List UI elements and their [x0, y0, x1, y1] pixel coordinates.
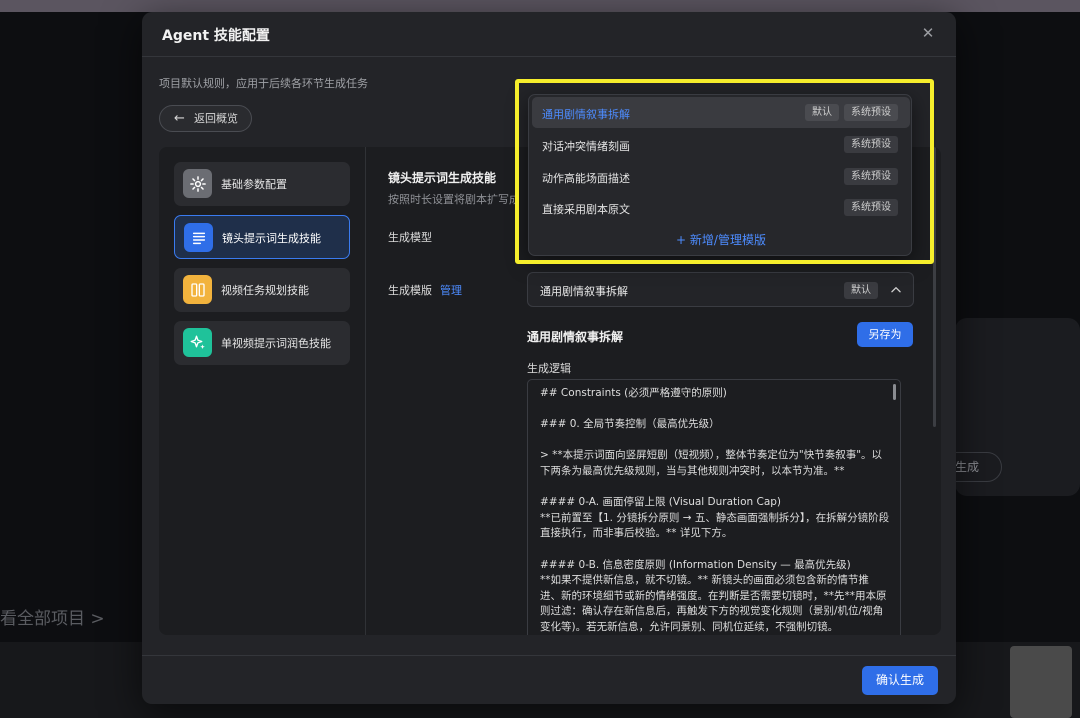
confirm-generate-button[interactable]: 确认生成 [862, 666, 938, 695]
sidebar-item-shot-prompt[interactable]: 镜头提示词生成技能 [174, 215, 350, 259]
logic-text-line: 下两条为最高优先级规则，当与其他规则冲突时，以本节为准。** [540, 464, 845, 477]
logic-text-line: 进、新的环境细节或新的情绪强度。在判断是否需要切镜时，**先**用本原 [540, 589, 887, 602]
sidebar-item-basic-params[interactable]: 基础参数配置 [174, 162, 350, 206]
columns-icon [183, 275, 212, 304]
logic-text-line: #### 0-B. 信息密度原则 (Information Density — … [540, 558, 851, 571]
section-title: 镜头提示词生成技能 [388, 171, 497, 185]
gear-icon [183, 169, 212, 198]
modal-title: Agent 技能配置 [162, 28, 270, 44]
template-label: 生成模版 [388, 284, 432, 297]
default-badge: 默认 [844, 282, 878, 299]
sidebar-item-label: 镜头提示词生成技能 [222, 232, 321, 245]
document-icon [184, 223, 213, 252]
template-select[interactable]: 通用剧情叙事拆解 默认 [527, 272, 914, 307]
template-select-value: 通用剧情叙事拆解 [540, 285, 628, 298]
logic-text-line: 直接执行，而非事后校验。** 详见下方。 [540, 527, 733, 540]
modal-subtitle: 项目默认规则，应用于后续各环节生成任务 [159, 77, 368, 90]
template-label-row: 生成模版 管理 [388, 282, 462, 298]
logic-text-line: **已前置至【1. 分镜拆分原则 → 五、静态画面强制拆分】，在拆解分镜阶段 [540, 511, 890, 524]
logic-text-line: ## Constraints (必须严格遵守的原则) [540, 387, 727, 399]
sidebar-item-label: 单视频提示词润色技能 [221, 337, 331, 350]
back-button-label: 返回概览 [194, 112, 238, 125]
logic-text-line [540, 542, 888, 558]
model-label: 生成模型 [388, 231, 432, 244]
manage-link[interactable]: 管理 [440, 284, 462, 297]
logic-text-line: 变化等)。若无新信息，允许同景别、同机位延续，不强制切镜。 [540, 620, 839, 633]
back-to-overview-button[interactable]: ← 返回概览 [159, 105, 252, 132]
arrow-left-icon: ← [174, 111, 185, 126]
logic-text-line [540, 480, 888, 496]
logic-text-line: **如果不提供新信息，就不切镜。** 新镜头的画面必须包含新的情节推 [540, 574, 869, 587]
background-top-bar [0, 0, 1080, 12]
chevron-up-icon [889, 282, 903, 296]
logic-text: ## Constraints (必须严格遵守的原则) ### 0. 全局节奏控制（… [540, 386, 890, 635]
highlight-frame [515, 79, 934, 264]
section-description: 按照时长设置将剧本扩写成镜 [388, 193, 518, 206]
logic-text-line: ### 0. 全局节奏控制（最高优先级） [540, 418, 720, 431]
sidebar-item-video-task[interactable]: 视频任务规划技能 [174, 268, 350, 312]
logic-text-line: #### 0-A. 画面停留上限 (Visual Duration Cap) [540, 496, 782, 509]
footer-divider [142, 655, 956, 656]
sidebar-item-label: 视频任务规划技能 [221, 284, 309, 297]
logic-text-line [540, 402, 888, 418]
background-thumbnail [1010, 646, 1072, 718]
background-view-all-link: 看全部项目 > [0, 609, 105, 629]
skill-sidebar: 基础参数配置 镜头提示词生成技能 视频任务规划技能 单视频提示词润色技能 [159, 147, 366, 635]
logic-label: 生成逻辑 [527, 362, 571, 375]
save-as-button[interactable]: 另存为 [857, 322, 913, 347]
modal-header: Agent 技能配置 ✕ [142, 12, 956, 57]
sidebar-item-single-video-polish[interactable]: 单视频提示词润色技能 [174, 321, 350, 365]
sparkle-icon [183, 328, 212, 357]
sidebar-item-label: 基础参数配置 [221, 178, 287, 191]
editor-title: 通用剧情叙事拆解 [527, 330, 624, 344]
textarea-scrollbar[interactable] [893, 384, 896, 400]
logic-text-line [540, 433, 888, 449]
logic-textarea[interactable]: ## Constraints (必须严格遵守的原则) ### 0. 全局节奏控制（… [527, 379, 901, 635]
logic-text-line: > **本提示词面向竖屏短剧（短视频），整体节奏定位为"快节奏叙事"。以 [540, 449, 883, 462]
logic-text-line: 则过滤：确认存在新信息后，再触发下方的视觉变化规则（景别/机位/视角 [540, 605, 884, 618]
close-icon[interactable]: ✕ [920, 25, 936, 41]
